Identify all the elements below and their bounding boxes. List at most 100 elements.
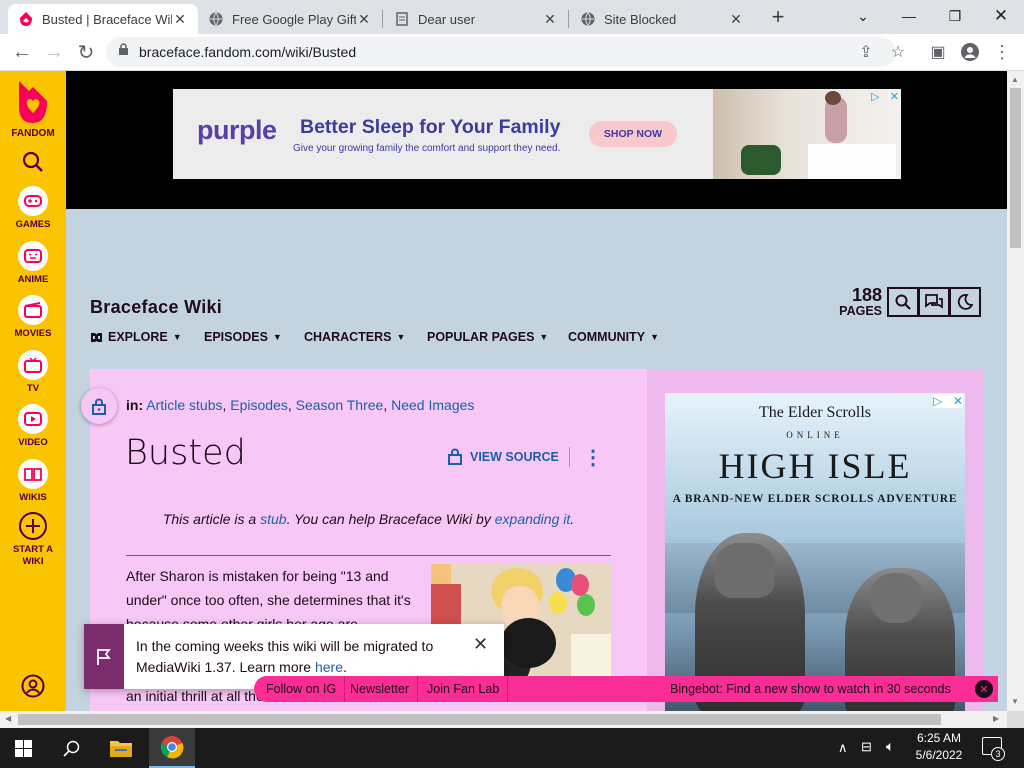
join-fan-lab-link[interactable]: Join Fan Lab [419, 676, 509, 702]
nav-characters[interactable]: CHARACTERS ▼ [304, 330, 405, 344]
scroll-right-icon[interactable]: ▶ [993, 714, 999, 723]
elder-scrolls-ad[interactable]: The Elder Scrolls ONLINE HIGH ISLE A BRA… [665, 393, 965, 713]
scroll-thumb[interactable] [1010, 88, 1021, 248]
purple-mattress-ad[interactable]: purple Better Sleep for Your Family Give… [173, 89, 901, 179]
moon-icon [957, 294, 973, 310]
fandom-search-button[interactable] [0, 151, 66, 173]
network-icon[interactable]: ⊟ [861, 739, 872, 755]
stub-link[interactable]: stub [260, 511, 286, 527]
new-tab-button[interactable]: + [764, 4, 792, 30]
anime-icon [18, 241, 48, 271]
discussions-button[interactable] [918, 287, 950, 317]
notifications-icon[interactable]: 3 [982, 737, 1005, 761]
tab-dear-user[interactable]: Dear user ✕ [384, 4, 568, 34]
nav-popular-pages[interactable]: POPULAR PAGES ▼ [427, 330, 548, 344]
vertical-scrollbar[interactable]: ▲ ▼ [1007, 71, 1024, 711]
category-link[interactable]: Episodes [230, 397, 288, 413]
forward-arrow-icon[interactable]: → [40, 38, 68, 66]
action-divider [569, 447, 570, 467]
fandom-nav-wikis[interactable]: WIKIS [0, 459, 66, 504]
bookmark-star-icon[interactable]: ☆ [884, 38, 912, 66]
theme-toggle-button[interactable] [949, 287, 981, 317]
ad-line-2: ONLINE [786, 430, 844, 440]
nav-explore[interactable]: EXPLORE ▼ [90, 330, 182, 344]
file-explorer-icon[interactable] [98, 728, 144, 768]
close-tab-icon[interactable]: ✕ [728, 11, 744, 28]
browser-menu-icon[interactable]: ⋮ [988, 38, 1016, 66]
close-bar-icon[interactable]: ✕ [975, 680, 993, 698]
ad-line-3: HIGH ISLE [718, 446, 912, 486]
tab-site-blocked[interactable]: Site Blocked ✕ [570, 4, 754, 34]
follow-on-ig-link[interactable]: Follow on IG [258, 676, 346, 702]
profile-avatar-icon[interactable] [956, 38, 984, 66]
bingebot-link[interactable]: Bingebot: Find a new show to watch in 30… [670, 676, 951, 702]
expand-link[interactable]: expanding it [495, 511, 571, 527]
windows-start-icon[interactable] [0, 728, 46, 768]
category-link[interactable]: Need Images [391, 397, 474, 413]
view-source-button[interactable]: VIEW SOURCE [448, 448, 559, 465]
scroll-up-icon[interactable]: ▲ [1011, 75, 1019, 84]
wiki-name[interactable]: Braceface Wiki [90, 297, 222, 318]
document-icon [394, 11, 410, 27]
ad-shop-now-button[interactable]: SHOP NOW [589, 121, 677, 147]
fandom-nav-games[interactable]: GAMES [0, 186, 66, 231]
fandom-nav-video[interactable]: VIDEO [0, 404, 66, 449]
share-icon[interactable]: ⇪ [852, 38, 880, 66]
nav-episodes[interactable]: EPISODES ▼ [204, 330, 282, 344]
newsletter-link[interactable]: Newsletter [342, 676, 419, 702]
tab-google-play[interactable]: Free Google Play Gift Card ✕ [198, 4, 382, 34]
pages-count: 188 PAGES [839, 285, 882, 318]
nav-community[interactable]: COMMUNITY ▼ [568, 330, 659, 344]
wikis-icon [18, 459, 48, 489]
taskbar-clock[interactable]: 6:25 AM 5/6/2022 [906, 730, 972, 764]
browser-toolbar: ← → ↻ braceface.fandom.com/wiki/Busted ⇪… [0, 34, 1024, 71]
url-text: braceface.fandom.com/wiki/Busted [139, 44, 357, 60]
fandom-nav-tv[interactable]: TV [0, 350, 66, 395]
scroll-down-icon[interactable]: ▼ [1011, 697, 1019, 706]
fandom-nav-movies[interactable]: MOVIES [0, 295, 66, 340]
ad-line-4: A BRAND-NEW ELDER SCROLLS ADVENTURE [672, 493, 958, 505]
close-notice-icon[interactable]: ✕ [473, 634, 488, 655]
close-tab-icon[interactable]: ✕ [172, 11, 188, 28]
ad-line-1: The Elder Scrolls [759, 404, 871, 421]
minimize-button[interactable]: — [886, 0, 932, 32]
scrollbar-corner [1007, 711, 1024, 728]
chrome-taskbar-icon[interactable] [149, 728, 195, 768]
scroll-thumb[interactable] [18, 714, 941, 725]
restore-button[interactable]: ❐ [932, 0, 978, 32]
fandom-start-wiki[interactable]: START A WIKI [0, 511, 66, 568]
tab-search-chevron-icon[interactable]: ⌄ [840, 0, 886, 32]
ad-brand-logo: purple [197, 115, 277, 145]
more-actions-icon[interactable]: ⋮ [583, 445, 603, 470]
fandom-nav-anime[interactable]: ANIME [0, 241, 66, 286]
fandom-logo[interactable]: FANDOM [0, 79, 66, 140]
close-window-button[interactable]: ✕ [978, 0, 1024, 32]
reload-icon[interactable]: ↻ [72, 38, 100, 66]
address-bar[interactable]: braceface.fandom.com/wiki/Busted [106, 37, 896, 67]
search-icon[interactable] [48, 728, 94, 768]
page-title: Busted [125, 433, 246, 473]
tv-icon [18, 350, 48, 380]
ad-choices-icon[interactable]: ▷ ✕ [871, 90, 899, 104]
horizontal-scrollbar[interactable]: ◀ ▶ [0, 711, 1007, 728]
category-link[interactable]: Season Three [296, 397, 384, 413]
plus-circle-icon [19, 512, 47, 540]
close-tab-icon[interactable]: ✕ [356, 11, 372, 28]
protected-page-indicator[interactable] [81, 388, 117, 424]
category-link[interactable]: Article stubs [146, 397, 222, 413]
learn-more-link[interactable]: here [315, 659, 343, 675]
ad-choices-icon[interactable]: ▷ ✕ [933, 394, 963, 408]
close-tab-icon[interactable]: ✕ [542, 11, 558, 28]
globe-icon [208, 11, 224, 27]
back-arrow-icon[interactable]: ← [8, 38, 36, 66]
tab-busted[interactable]: Busted | Braceface Wiki | Fandom ✕ [8, 4, 198, 34]
games-icon [18, 186, 48, 216]
fandom-user-account[interactable] [0, 674, 66, 698]
volume-icon[interactable]: 🔈︎ [886, 738, 894, 755]
wiki-search-button[interactable] [887, 287, 919, 317]
show-hidden-icons-chevron[interactable]: ∧ [838, 740, 848, 756]
discussions-icon [925, 294, 943, 309]
scroll-left-icon[interactable]: ◀ [5, 714, 11, 723]
side-panel-icon[interactable]: ▣ [924, 38, 952, 66]
caret-down-icon: ▼ [272, 332, 282, 342]
